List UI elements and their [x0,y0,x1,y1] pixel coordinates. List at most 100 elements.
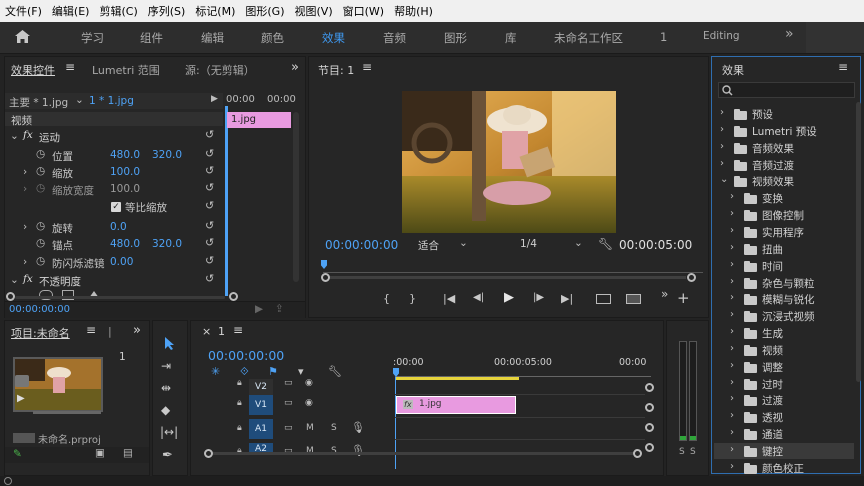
effects-tree-item[interactable]: › 时间 [714,258,854,274]
mark-in-icon[interactable]: { [383,292,390,305]
panel-overflow-button[interactable]: » [133,323,141,338]
track-scroll-handle[interactable] [645,443,654,452]
effects-tree-item[interactable]: › 过时 [714,376,854,392]
microphone-icon[interactable]: 🎙︎ [351,444,365,457]
chevron-right-icon[interactable]: › [720,158,724,169]
slip-tool-icon[interactable]: |↔| [160,425,178,439]
solo-right-button[interactable]: S [690,447,696,457]
workspace-untitled[interactable]: 未命名工作区 [554,30,623,46]
chevron-right-icon[interactable]: › [730,225,734,236]
chevron-right-icon[interactable]: › [720,141,724,152]
scroll-handle-left[interactable] [204,449,213,458]
sync-lock-icon[interactable]: ▭ [284,398,293,408]
motion-expand-icon[interactable]: ⌄ [10,130,19,142]
menu-marker[interactable]: 标记(M) [190,3,240,19]
reset-icon[interactable]: ↺ [205,219,214,232]
workspace-assembly[interactable]: 组件 [140,30,163,46]
chevron-right-icon[interactable]: › [730,242,734,253]
track-select-tool-icon[interactable]: ⇥ [161,359,171,373]
chevron-right-icon[interactable]: › [720,124,724,135]
effects-search-input[interactable] [718,82,855,98]
work-area-bar[interactable] [395,377,519,380]
opacity-expand-icon[interactable]: ⌄ [10,274,19,286]
go-to-in-icon[interactable]: |◀ [443,292,455,305]
add-marker-icon[interactable]: ⚑ [268,365,278,378]
workspace-audio[interactable]: 音频 [383,30,406,46]
fit-dropdown-chevron-icon[interactable]: ⌄ [459,237,468,249]
add-button-icon[interactable]: + [677,289,690,307]
workspace-1[interactable]: 1 [660,30,667,44]
workspace-learn[interactable]: 学习 [81,30,104,46]
timeline-zoom-scrollbar[interactable] [213,452,633,455]
menu-window[interactable]: 窗口(W) [338,3,389,19]
scroll-handle-left[interactable] [6,292,15,301]
tab-effect-controls[interactable]: 效果控件 [11,62,55,78]
track-v1-label[interactable]: V1 [249,395,273,415]
mark-out-icon[interactable]: } [409,292,416,305]
scroll-handle-right[interactable] [229,292,238,301]
ec-timecode[interactable]: 00:00:00:00 [9,304,70,315]
insert-icon[interactable] [596,294,611,304]
reset-icon[interactable]: ↺ [205,181,214,194]
timeline-clip[interactable]: fx 1.jpg [396,396,516,414]
anchor-x-value[interactable]: 480.0 [110,238,140,250]
ec-vertical-scrollbar[interactable] [293,112,299,282]
effects-tree-item[interactable]: › 过渡 [714,392,854,408]
reset-icon[interactable]: ↺ [205,272,214,285]
chevron-right-icon[interactable]: › [730,393,734,404]
scale-expand-icon[interactable]: › [23,166,27,178]
home-icon[interactable] [14,29,31,44]
play-thumbnail-icon[interactable]: ▶ [17,393,25,404]
panel-menu-icon[interactable]: ≡ [86,323,96,337]
fx-icon[interactable]: fx [23,129,33,141]
microphone-icon[interactable]: 🎙︎ [351,421,365,434]
chevron-down-icon[interactable]: ⌄ [720,174,728,185]
effects-tree-item[interactable]: › 变换 [714,190,854,206]
panel-menu-icon[interactable]: ≡ [838,60,848,74]
effects-title[interactable]: 效果 [722,62,744,78]
linked-selection-icon[interactable]: ⟐ [240,365,249,379]
track-a1-label[interactable]: A1 [249,419,273,439]
effects-scrollbar[interactable] [856,102,861,382]
fx-icon[interactable]: fx [23,273,33,285]
sync-lock-icon[interactable]: ▭ [284,378,293,388]
chevron-right-icon[interactable]: › [730,292,734,303]
menu-help[interactable]: 帮助(H) [389,3,438,19]
effects-tree-item[interactable]: › 扭曲 [714,241,854,257]
razor-tool-icon[interactable]: ◆ [161,403,170,417]
scale-value[interactable]: 100.0 [110,166,140,178]
ripple-edit-tool-icon[interactable]: ⇹ [161,381,171,395]
wrench-icon[interactable]: 🔧︎ [328,365,342,378]
chevron-right-icon[interactable]: › [730,343,734,354]
program-zoom-scrollbar[interactable] [330,276,686,279]
effects-tree-item[interactable]: › 杂色与颗粒 [714,275,854,291]
overwrite-icon[interactable] [626,294,641,304]
media-browser-tab-stub[interactable]: | [108,325,112,338]
eye-icon[interactable]: ◉ [305,398,313,408]
workspace-overflow-button[interactable]: » [785,26,794,42]
lock-icon[interactable]: 🔒︎ [237,378,242,388]
marker-icon[interactable]: ▾ [298,365,304,378]
timeline-timecode[interactable]: 00:00:00:00 [208,348,284,363]
panel-menu-icon[interactable]: ≡ [233,323,243,337]
close-icon[interactable]: × [202,325,211,338]
sync-lock-icon[interactable]: ▭ [284,423,293,433]
effects-tree-item[interactable]: › 音频效果 [714,140,854,156]
chevron-right-icon[interactable]: › [730,410,734,421]
scroll-handle-right[interactable] [633,449,642,458]
lock-icon[interactable]: 🔒︎ [237,398,242,408]
effects-tree-item[interactable]: › 沉浸式视频 [714,308,854,324]
tab-lumetri-scopes[interactable]: Lumetri 范围 [92,62,160,78]
panel-menu-icon[interactable]: ≡ [65,60,75,74]
new-bin-icon[interactable]: ▣ [95,447,105,459]
menu-clip[interactable]: 剪辑(C) [94,3,142,19]
effects-tree-item[interactable]: ⌄ 视频效果 [714,173,854,189]
effects-tree-item[interactable]: › 模糊与锐化 [714,291,854,307]
reset-icon[interactable]: ↺ [205,199,214,212]
effects-tree-item[interactable]: › 颜色校正 [714,460,854,476]
scale-width-expand-icon[interactable]: › [23,183,27,195]
rotation-expand-icon[interactable]: › [23,221,27,233]
lock-icon[interactable]: 🔒︎ [237,423,242,433]
stopwatch-icon[interactable]: ◷ [36,220,45,232]
panel-menu-icon[interactable]: ≡ [362,60,372,74]
